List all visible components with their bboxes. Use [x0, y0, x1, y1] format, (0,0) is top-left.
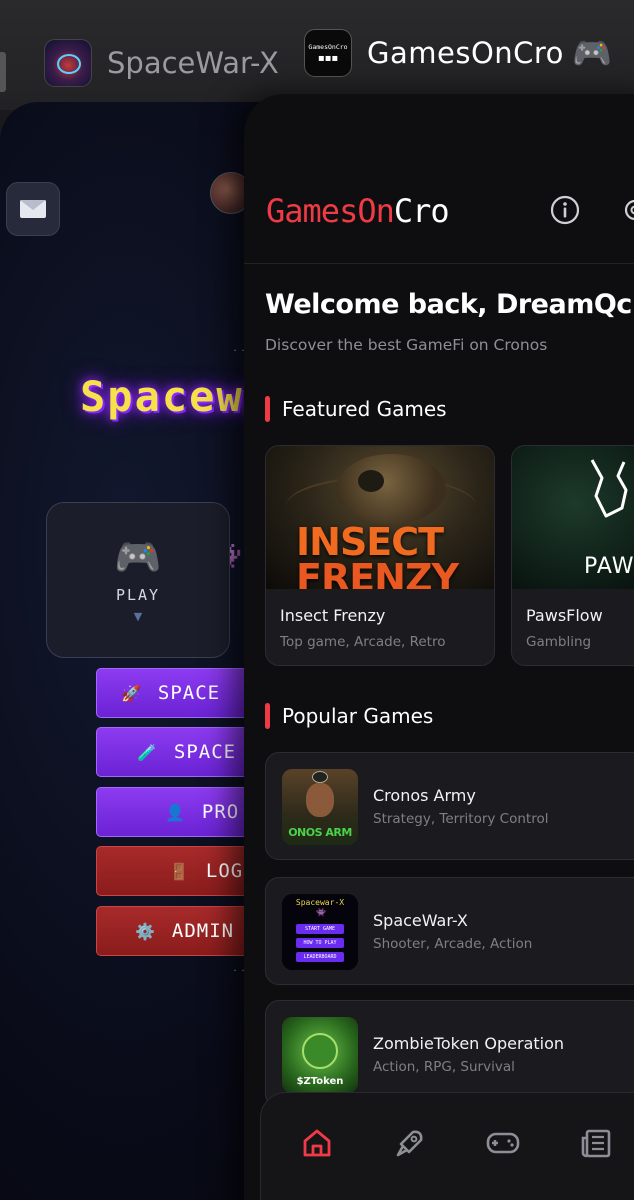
nav-home-button[interactable] — [297, 1123, 337, 1163]
app-chip-spacewar[interactable]: SpaceWar-X — [44, 39, 279, 87]
menu-label: LOG — [205, 860, 244, 882]
section-accent-bar — [265, 703, 270, 729]
mail-icon — [20, 200, 46, 218]
menu-profile-button[interactable]: 👤 PRO — [96, 787, 256, 837]
menu-logout-button[interactable]: 🚪 LOG — [96, 846, 256, 896]
play-button[interactable]: 🎮 PLAY ▼ — [46, 502, 230, 658]
test-tube-icon: 🧪 — [137, 742, 158, 762]
featured-game-card[interactable]: INSECT FRENZY Insect Frenzy Top game, Ar… — [265, 445, 495, 666]
rocket-icon: 🚀 — [121, 683, 142, 703]
popular-game-item[interactable]: Spacewar-X 👾 START GAME HOW TO PLAY LEAD… — [265, 877, 634, 985]
home-icon — [303, 1129, 331, 1157]
gamesoncro-app-icon: GamesOnCro ▪▪▪ — [304, 29, 352, 77]
cronos-army-thumbnail: ONOS ARM — [282, 769, 358, 845]
menu-label: SPACE — [173, 741, 237, 763]
spacewar-thumbnail: Spacewar-X 👾 START GAME HOW TO PLAY LEAD… — [282, 894, 358, 970]
section-accent-bar — [265, 396, 270, 422]
app-name-gamesoncro: GamesOnCro — [367, 36, 564, 70]
welcome-heading: Welcome back, DreamQc — [265, 289, 632, 320]
door-icon: 🚪 — [169, 861, 190, 881]
offscreen-card-edge — [0, 52, 6, 92]
mail-button[interactable] — [6, 182, 60, 236]
gamepad-emoji: 🎮 — [571, 34, 612, 72]
app-header — [244, 94, 634, 264]
popular-games-heading: Popular Games — [265, 703, 433, 729]
nav-launch-button[interactable] — [390, 1123, 430, 1163]
popular-game-item[interactable]: ONOS ARM Cronos Army Strategy, Territory… — [265, 752, 634, 860]
featured-game-name: PawsFlow — [526, 606, 603, 625]
menu-label: PRO — [201, 801, 240, 823]
user-icon: 👤 — [165, 802, 186, 822]
popular-game-name: Cronos Army — [373, 786, 476, 805]
featured-games-heading: Featured Games — [265, 396, 447, 422]
insect-frenzy-art: INSECT FRENZY — [266, 446, 494, 589]
spacewar-app-icon — [44, 39, 92, 87]
brand-logo[interactable]: GamesOnCro — [266, 192, 450, 230]
featured-game-genres: Gambling — [526, 634, 592, 650]
popular-game-name: ZombieToken Operation — [373, 1034, 565, 1053]
menu-label: ADMIN — [171, 920, 235, 942]
news-icon — [581, 1129, 611, 1158]
featured-game-card[interactable]: PAWSF PawsFlow Gambling — [511, 445, 634, 666]
app-chip-gamesoncro[interactable]: GamesOnCro ▪▪▪ GamesOnCro 🎮 — [304, 29, 612, 77]
menu-space-button[interactable]: 🚀 SPACE — [96, 668, 256, 718]
app-name-spacewar: SpaceWar-X — [107, 46, 279, 80]
popular-game-genres: Strategy, Territory Control — [373, 811, 549, 827]
menu-label: SPACE — [157, 682, 221, 704]
menu-space-lab-button[interactable]: 🧪 SPACE — [96, 727, 256, 777]
gamepad-icon — [486, 1132, 520, 1154]
welcome-subtitle: Discover the best GameFi on Cronos — [265, 336, 548, 354]
chevron-down-icon: ▼ — [133, 610, 143, 623]
play-label: PLAY — [115, 586, 161, 604]
pawsflow-art: PAWSF — [512, 446, 634, 589]
popular-game-genres: Shooter, Arcade, Action — [373, 936, 533, 952]
nav-news-button[interactable] — [576, 1123, 616, 1163]
featured-game-genres: Top game, Arcade, Retro — [280, 634, 446, 650]
gamesoncro-app-card[interactable]: GamesOnCro Welcome back, DreamQc Discove… — [244, 94, 634, 1200]
popular-game-name: SpaceWar-X — [373, 911, 468, 930]
gear-icon[interactable] — [620, 195, 634, 225]
popular-game-genres: Action, RPG, Survival — [373, 1059, 515, 1075]
wolf-icon — [590, 459, 628, 518]
info-icon[interactable] — [550, 195, 580, 225]
featured-game-name: Insect Frenzy — [280, 606, 386, 625]
gear-icon: ⚙️ — [135, 921, 156, 941]
menu-admin-button[interactable]: ⚙️ ADMIN — [96, 906, 256, 956]
nav-games-button[interactable] — [483, 1123, 523, 1163]
bottom-nav-bar — [260, 1092, 634, 1200]
rocket-icon — [396, 1130, 423, 1157]
gamepad-icon: 🎮 — [114, 535, 162, 579]
zombietoken-thumbnail: $ZToken — [282, 1017, 358, 1093]
